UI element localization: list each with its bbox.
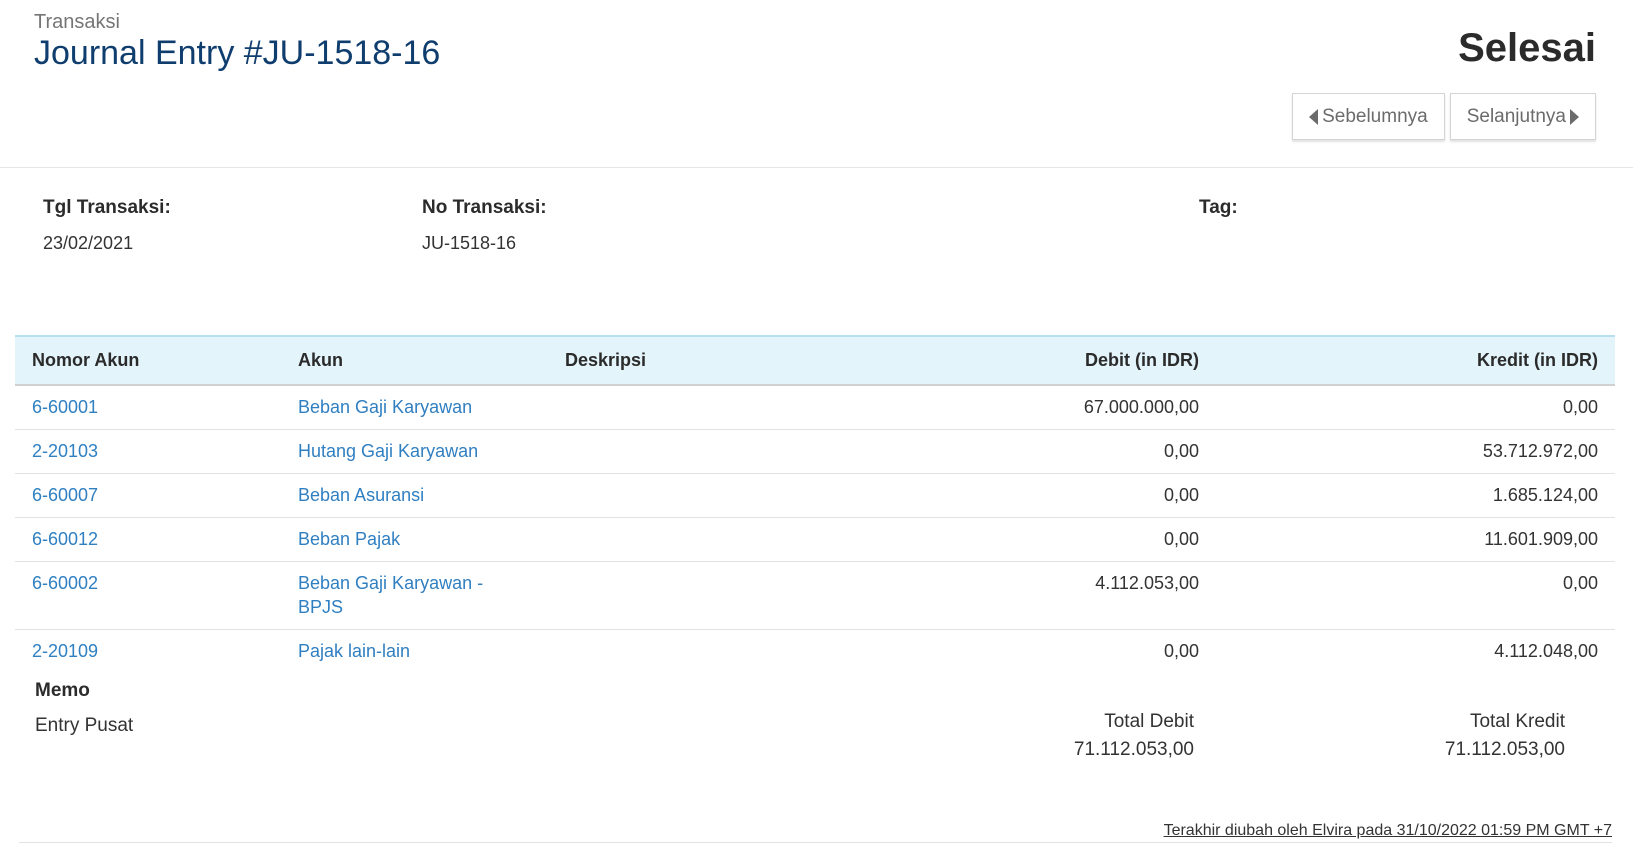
credit-cell: 53.712.972,00 [1216, 429, 1615, 474]
transaction-date-label: Tgl Transaksi: [43, 197, 171, 218]
debit-cell: 0,00 [948, 429, 1216, 474]
column-account-number: Nomor Akun [32, 350, 140, 370]
journal-table: Nomor Akun Akun Deskripsi Debit (in IDR)… [15, 335, 1615, 673]
debit-cell: 67.000.000,00 [948, 385, 1216, 430]
account-number-link[interactable]: 6-60001 [32, 397, 98, 417]
description-cell [548, 630, 948, 674]
account-link[interactable]: Beban Pajak [298, 529, 400, 549]
transaction-number: No Transaksi: JU-1518-16 [422, 197, 547, 254]
page-title: Journal Entry #JU-1518-16 [34, 34, 441, 72]
header-row: Nomor Akun Akun Deskripsi Debit (in IDR)… [15, 336, 1615, 385]
credit-cell: 0,00 [1216, 561, 1615, 630]
debit-cell: 0,00 [1163, 641, 1199, 661]
transaction-date-value: 23/02/2021 [43, 233, 134, 253]
description-cell [548, 517, 948, 562]
account-number-link[interactable]: 6-60002 [32, 573, 98, 593]
transaction-tag: Tag: [1199, 197, 1238, 219]
table-row: 6-60002 Beban Gaji Karyawan - BPJS 4.112… [15, 561, 1615, 630]
table-row: 2-20103 Hutang Gaji Karyawan 0,00 53.712… [15, 429, 1615, 474]
total-debit-label: Total Debit [1104, 711, 1194, 732]
transaction-number-label: No Transaksi: [422, 197, 547, 218]
total-credit-label: Total Kredit [1469, 711, 1565, 732]
record-navigation: Sebelumnya Selanjutnya [1292, 93, 1596, 140]
description-cell [548, 429, 948, 474]
account-number-link[interactable]: 6-60012 [32, 529, 98, 549]
total-credit: Total Kredit 71.112.053,00 [1445, 708, 1565, 764]
account-link[interactable]: Beban Asuransi [298, 485, 424, 505]
account-number-link[interactable]: 6-60007 [32, 485, 98, 505]
account-link[interactable]: Hutang Gaji Karyawan [298, 441, 478, 461]
previous-button[interactable]: Sebelumnya [1292, 93, 1445, 140]
description-cell [548, 561, 948, 630]
account-link[interactable]: Beban Gaji Karyawan - BPJS [298, 573, 483, 617]
footer: Terakhir diubah oleh Elvira pada 31/10/2… [19, 822, 1612, 843]
caret-left-icon [1309, 108, 1319, 125]
previous-button-label: Sebelumnya [1322, 105, 1428, 127]
total-debit-value: 71.112.053,00 [1073, 739, 1194, 760]
debit-cell: 0,00 [948, 517, 1216, 562]
journal-table-header: Nomor Akun Akun Deskripsi Debit (in IDR)… [15, 336, 1615, 385]
caret-right-icon [1570, 108, 1579, 125]
column-description: Deskripsi [565, 350, 647, 370]
credit-cell: 4.112.048,00 [1494, 641, 1598, 661]
account-link[interactable]: Beban Gaji Karyawan [298, 397, 472, 417]
total-debit: Total Debit 71.112.053,00 [1074, 708, 1194, 764]
page-header: Transaksi Journal Entry #JU-1518-16 Sele… [0, 0, 1633, 168]
status-label: Selesai [1458, 26, 1596, 70]
credit-cell: 11.601.909,00 [1216, 517, 1615, 562]
column-account: Akun [298, 350, 343, 370]
debit-cell: 0,00 [948, 473, 1216, 518]
debit-cell: 4.112.053,00 [948, 561, 1216, 630]
account-number-link[interactable]: 2-20103 [32, 441, 98, 461]
description-cell [548, 385, 948, 430]
account-link[interactable]: Pajak lain-lain [298, 641, 410, 661]
transaction-tag-label: Tag: [1199, 197, 1238, 218]
memo-value: Entry Pusat [35, 715, 134, 736]
next-button[interactable]: Selanjutnya [1449, 93, 1596, 140]
breadcrumb[interactable]: Transaksi [34, 11, 120, 34]
column-debit: Debit (in IDR) [1085, 350, 1199, 370]
account-number-link[interactable]: 2-20109 [32, 641, 98, 661]
transaction-date: Tgl Transaksi: 23/02/2021 [43, 197, 171, 254]
table-row: 2-20109 Pajak lain-lain 0,00 4.112.048,0… [15, 630, 1615, 674]
table-row: 6-60007 Beban Asuransi 0,00 1.685.124,00 [15, 473, 1615, 518]
column-credit: Kredit (in IDR) [1477, 350, 1598, 370]
description-cell [548, 473, 948, 518]
journal-table-body: 6-60001 Beban Gaji Karyawan 67.000.000,0… [15, 385, 1615, 673]
memo-label: Memo [35, 680, 90, 701]
credit-cell: 1.685.124,00 [1216, 473, 1615, 518]
transaction-info: Tgl Transaksi: 23/02/2021 No Transaksi: … [0, 197, 1633, 277]
total-credit-value: 71.112.053,00 [1444, 739, 1565, 760]
table-row: 6-60012 Beban Pajak 0,00 11.601.909,00 [15, 517, 1615, 562]
memo-section: Memo Entry Pusat [35, 680, 133, 737]
transaction-number-value: JU-1518-16 [422, 233, 517, 253]
table-row: 6-60001 Beban Gaji Karyawan 67.000.000,0… [15, 385, 1615, 430]
next-button-label: Selanjutnya [1466, 105, 1566, 127]
last-modified-link[interactable]: Terakhir diubah oleh Elvira pada 31/10/2… [1164, 822, 1612, 839]
credit-cell: 0,00 [1216, 385, 1615, 430]
